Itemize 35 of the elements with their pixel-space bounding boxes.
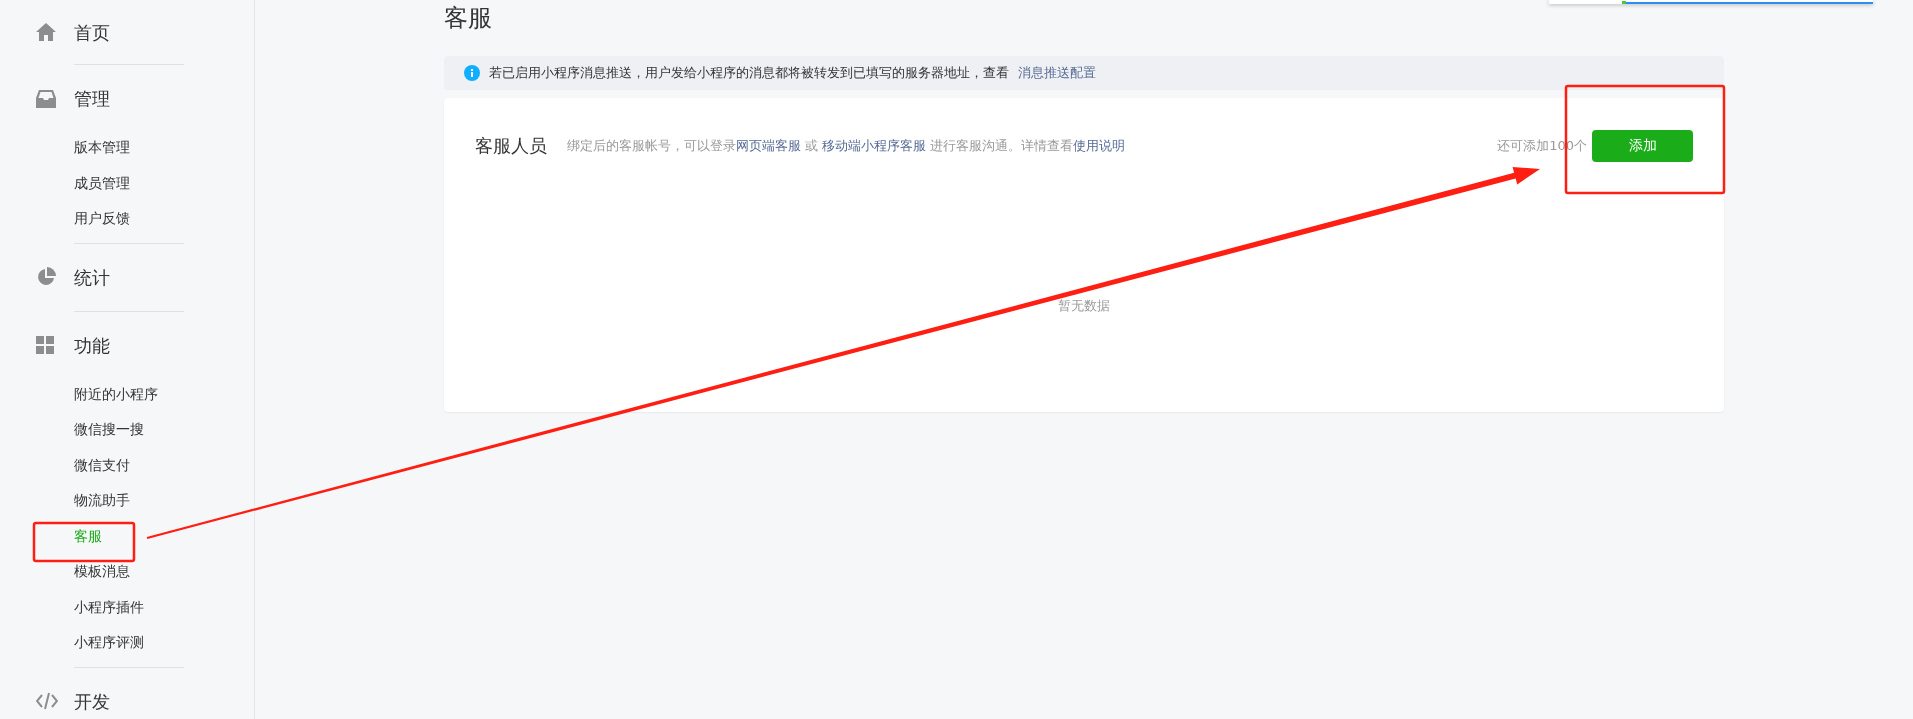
notice-link[interactable]: 消息推送配置 bbox=[1018, 63, 1096, 83]
grid-icon bbox=[36, 336, 54, 354]
nav-section[interactable]: 管理 bbox=[0, 65, 255, 132]
nav-section-label: 开发 bbox=[74, 689, 110, 714]
nav-item[interactable]: 成员管理 bbox=[0, 165, 255, 201]
nav-section[interactable]: 开发 bbox=[0, 667, 255, 719]
help-link[interactable]: 使用说明 bbox=[1073, 137, 1126, 153]
page-title: 客服 bbox=[444, 3, 493, 34]
nav-item[interactable]: 小程序评测 bbox=[0, 625, 255, 661]
empty-message: 暂无数据 bbox=[1058, 297, 1110, 315]
card-title: 客服人员 bbox=[475, 134, 547, 158]
nav-item[interactable]: 模板消息 bbox=[0, 554, 255, 590]
pie-chart-icon bbox=[36, 267, 56, 287]
nav-item[interactable]: 版本管理 bbox=[0, 130, 255, 166]
help-link[interactable]: 移动端小程序客服 bbox=[822, 137, 927, 153]
info-icon bbox=[464, 65, 480, 81]
nav-section-label: 首页 bbox=[74, 20, 110, 45]
home-icon bbox=[36, 23, 56, 41]
notice-text: 若已启用小程序消息推送，用户发给小程序的消息都将被转发到已填写的服务器地址，查看 bbox=[489, 64, 1009, 83]
nav-section[interactable]: 统计 bbox=[0, 243, 255, 311]
nav-section-label: 统计 bbox=[74, 265, 110, 290]
nav-section[interactable]: 首页 bbox=[0, 0, 255, 64]
nav-item[interactable]: 附近的小程序 bbox=[0, 376, 255, 412]
nav-item[interactable]: 用户反馈 bbox=[0, 201, 255, 237]
nav-item[interactable]: 微信支付 bbox=[0, 447, 255, 483]
code-icon bbox=[36, 692, 58, 710]
help-link[interactable]: 网页端客服 bbox=[736, 137, 801, 153]
nav-item[interactable]: 物流助手 bbox=[0, 483, 255, 519]
nav-section-label: 管理 bbox=[74, 87, 110, 111]
card-description: 绑定后的客服帐号，可以登录网页端客服 或 移动端小程序客服 进行客服沟通。详情查看使用说明 bbox=[567, 136, 1126, 155]
nav-section[interactable]: 功能 bbox=[0, 311, 255, 379]
inbox-icon bbox=[36, 89, 56, 108]
nav-item[interactable]: 小程序插件 bbox=[0, 589, 255, 625]
nav-section-label: 功能 bbox=[74, 333, 110, 358]
nav-item[interactable]: 微信搜一搜 bbox=[0, 412, 255, 448]
